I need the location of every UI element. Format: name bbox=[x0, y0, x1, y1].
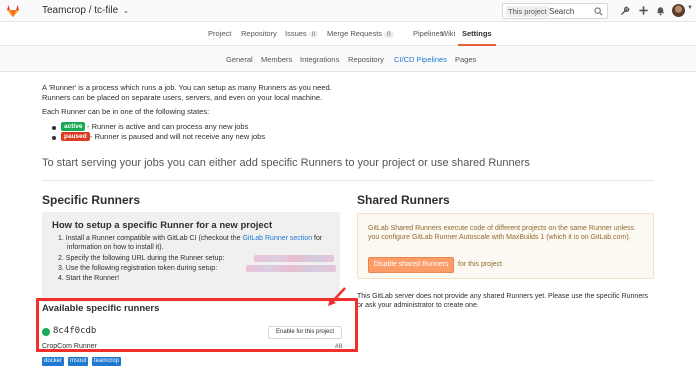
active-state-description: - Runner is active and can process any n… bbox=[87, 122, 249, 131]
intro-line-1: A 'Runner' is a process which runs a job… bbox=[42, 83, 332, 92]
merge-requests-count-badge: 0 bbox=[384, 31, 394, 38]
setup-instructions-title: How to setup a specific Runner for a new… bbox=[52, 220, 273, 231]
runners-lead-text: To start serving your jobs you can eithe… bbox=[42, 157, 530, 169]
runner-tag: msout bbox=[68, 357, 89, 366]
setup-step-1-continued: information on how to install it). bbox=[67, 244, 164, 251]
project-name[interactable]: tc-file bbox=[94, 5, 118, 16]
gitlab-logo-icon[interactable] bbox=[6, 4, 20, 18]
gitlab-runner-section-link[interactable]: GitLab Runner section bbox=[242, 235, 312, 242]
intro-line-2: Runners can be placed on separate users,… bbox=[42, 93, 323, 102]
setup-step-1: 1. Install a Runner compatible with GitL… bbox=[58, 234, 322, 243]
runner-tag: docker bbox=[42, 357, 65, 366]
avatar-chevron-icon[interactable]: ▼ bbox=[687, 5, 693, 11]
shared-runners-heading: Shared Runners bbox=[357, 193, 450, 207]
search-input[interactable]: This project Search bbox=[502, 3, 608, 19]
tab-pipelines[interactable]: Pipelines bbox=[413, 29, 443, 38]
chevron-down-icon[interactable]: ⌄ bbox=[123, 8, 129, 15]
tab-issues[interactable]: Issues 0 bbox=[285, 29, 319, 38]
group-name[interactable]: Teamcrop bbox=[42, 5, 86, 16]
bell-icon[interactable] bbox=[655, 5, 666, 16]
bullet bbox=[52, 136, 56, 140]
active-state-badge: active bbox=[61, 122, 86, 131]
wrench-icon[interactable] bbox=[620, 5, 631, 16]
subtab-pages[interactable]: Pages bbox=[455, 55, 476, 64]
disable-shared-runners-button[interactable]: Disable shared Runners bbox=[368, 257, 454, 273]
subtab-repository[interactable]: Repository bbox=[348, 55, 384, 64]
tab-wiki[interactable]: Wiki bbox=[441, 29, 455, 38]
setup-step-3: 3. Use the following registration token … bbox=[58, 265, 218, 272]
redacted-url bbox=[254, 255, 334, 262]
intro-line-3: Each Runner can be in one of the followi… bbox=[42, 107, 210, 116]
project-breadcrumb[interactable]: Teamcrop / tc-file ⌄ bbox=[42, 5, 129, 16]
project-tabs: Project Repository Issues 0 Merge Request… bbox=[0, 22, 696, 46]
tab-repository[interactable]: Repository bbox=[241, 29, 277, 38]
search-scope-badge[interactable]: This project bbox=[506, 6, 549, 17]
subtab-integrations[interactable]: Integrations bbox=[300, 55, 339, 64]
issues-count-badge: 0 bbox=[308, 31, 319, 38]
tab-project[interactable]: Project bbox=[208, 29, 231, 38]
paused-state-badge: paused bbox=[61, 132, 90, 141]
settings-subnav: General Members Integrations Repository … bbox=[0, 46, 696, 72]
plus-icon[interactable] bbox=[638, 5, 649, 16]
setup-step-1-tail: for bbox=[312, 235, 323, 242]
top-navbar: Teamcrop / tc-file ⌄ This project Search… bbox=[0, 0, 696, 22]
subtab-ci-cd-pipelines[interactable]: CI/CD Pipelines bbox=[394, 55, 447, 64]
bullet bbox=[52, 126, 56, 130]
for-this-project-text: for this project bbox=[458, 261, 502, 268]
search-icon[interactable] bbox=[594, 7, 603, 16]
no-shared-runners-line-2: or ask your administrator to create one. bbox=[357, 302, 479, 309]
breadcrumb-separator: / bbox=[88, 5, 92, 16]
redacted-token bbox=[246, 265, 336, 272]
setup-step-4: 4. Start the Runner! bbox=[58, 275, 120, 282]
search-placeholder: Search bbox=[549, 7, 575, 16]
avatar[interactable] bbox=[672, 4, 685, 17]
paused-state-description: - Runner is paused and will not receive … bbox=[90, 132, 266, 141]
shared-runners-info-line-1: GitLab Shared Runners execute code of di… bbox=[368, 225, 635, 232]
specific-runners-heading: Specific Runners bbox=[42, 193, 141, 207]
shared-runners-info-line-2: you configure GitLab Runner Autoscale wi… bbox=[368, 234, 631, 241]
subtab-members[interactable]: Members bbox=[261, 55, 292, 64]
tab-issues-label: Issues bbox=[285, 29, 307, 38]
subtab-general[interactable]: General bbox=[226, 55, 253, 64]
annotation-arrow-icon bbox=[328, 287, 346, 306]
tab-settings[interactable]: Settings bbox=[462, 29, 492, 38]
no-shared-runners-line-1: This GitLab server does not provide any … bbox=[357, 293, 649, 300]
setup-step-2: 2. Specify the following URL during the … bbox=[58, 255, 225, 262]
tab-merge-requests-label: Merge Requests bbox=[327, 29, 383, 38]
setup-step-1-text: 1. Install a Runner compatible with GitL… bbox=[58, 235, 243, 242]
divider bbox=[42, 180, 654, 181]
tab-merge-requests[interactable]: Merge Requests 0 bbox=[327, 29, 394, 38]
runner-tag: teamcrop bbox=[92, 357, 122, 366]
